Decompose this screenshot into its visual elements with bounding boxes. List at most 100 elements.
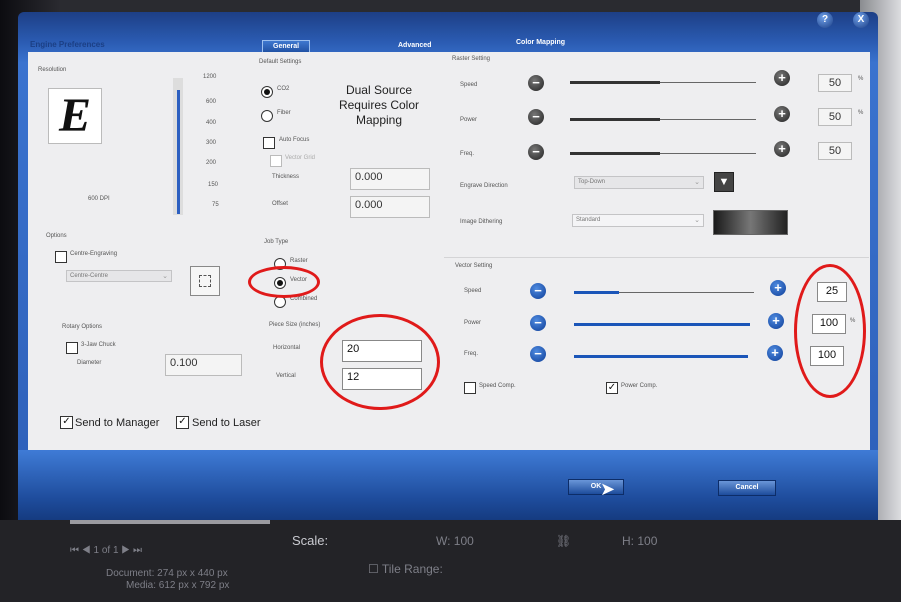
send-to-laser-label: Send to Laser <box>192 417 261 429</box>
image-dithering-select[interactable]: Standard ⌄ <box>572 214 704 227</box>
speed-comp-checkbox[interactable] <box>464 382 476 394</box>
raster-label: Raster <box>290 258 308 264</box>
vector-grid-label: Vector Grid <box>285 155 316 161</box>
engrave-direction-label: Engrave Direction <box>460 183 508 189</box>
ok-button[interactable]: OK <box>568 479 624 495</box>
resolution-mark: 75 <box>212 202 219 208</box>
help-icon[interactable]: ? <box>817 12 833 28</box>
power-comp-checkbox[interactable]: ✓ <box>606 382 618 394</box>
background-progress-line <box>70 520 270 524</box>
vector-speed-plus-button[interactable]: + <box>770 280 786 296</box>
thickness-input[interactable]: 0.000 <box>350 168 430 190</box>
raster-power-minus-button[interactable]: − <box>528 109 544 125</box>
vector-speed-slider[interactable] <box>574 291 754 294</box>
fiber-label: Fiber <box>277 110 291 116</box>
image-dithering-value: Standard <box>576 217 601 223</box>
fiber-radio[interactable] <box>261 110 273 122</box>
resolution-mark: 400 <box>206 120 217 126</box>
raster-power-slider[interactable] <box>570 118 756 121</box>
auto-focus-checkbox[interactable] <box>263 137 275 149</box>
vector-speed-label: Speed <box>464 288 482 294</box>
scale-label: Scale: <box>292 533 329 548</box>
page-indicator: ⏮ ◀ 1 of 1 ▶ ⏭ <box>70 545 142 556</box>
vertical-label: Vertical <box>276 373 296 379</box>
raster-speed-plus-button[interactable]: + <box>774 70 790 86</box>
offset-label: Offset <box>272 201 288 207</box>
vector-power-minus-button[interactable]: − <box>530 315 546 331</box>
width-label: W: 100 <box>436 534 474 548</box>
centre-combo[interactable]: Centre-Centre ⌄ <box>66 270 172 282</box>
resolution-mark: 300 <box>206 140 217 146</box>
co2-label: CO2 <box>277 86 290 92</box>
resolution-slider-fill <box>177 90 180 214</box>
speed-comp-label: Speed Comp. <box>479 383 516 389</box>
resolution-mark: 1200 <box>203 74 217 80</box>
diameter-input[interactable]: 0.100 <box>165 354 242 376</box>
raster-freq-input[interactable]: 50 <box>818 142 852 160</box>
send-to-laser-checkbox[interactable]: ✓ <box>176 416 189 429</box>
chuck-checkbox[interactable] <box>66 342 78 354</box>
annotation-circle-vector <box>248 266 320 298</box>
height-label: H: 100 <box>622 534 658 548</box>
centre-position-icon[interactable] <box>190 266 220 296</box>
vector-power-label: Power <box>464 320 482 326</box>
general-panel <box>28 52 870 450</box>
default-settings-label: Default Settings <box>259 59 302 65</box>
close-icon[interactable]: X <box>853 12 869 28</box>
piece-size-label: Piece Size (inches) <box>269 322 321 328</box>
send-to-manager-checkbox[interactable]: ✓ <box>60 416 73 429</box>
tab-advanced[interactable]: Advanced <box>398 42 431 49</box>
raster-freq-minus-button[interactable]: − <box>528 144 544 160</box>
link-icon[interactable]: ⛓ <box>556 534 571 548</box>
raster-speed-slider[interactable] <box>570 81 756 84</box>
raster-freq-slider[interactable] <box>570 152 756 155</box>
resolution-mark: 200 <box>206 160 217 166</box>
annotation-circle-vector-values <box>794 264 866 398</box>
horizontal-label: Horizontal <box>273 345 301 351</box>
engrave-direction-select[interactable]: Top-Down ⌄ <box>574 176 704 189</box>
vector-freq-slider[interactable] <box>574 355 748 358</box>
dialog-title: Engine Preferences <box>30 40 105 49</box>
centre-engraving-label: Centre-Engraving <box>70 251 118 257</box>
vector-power-slider[interactable] <box>574 323 750 326</box>
image-dithering-label: Image Dithering <box>460 219 503 225</box>
raster-speed-input[interactable]: 50 <box>818 74 852 92</box>
raster-power-label: Power <box>460 117 478 123</box>
percent-label: % <box>858 110 864 116</box>
tile-range[interactable]: ☐ Tile Range: <box>368 562 443 576</box>
offset-input[interactable]: 0.000 <box>350 196 430 218</box>
cancel-button[interactable]: Cancel <box>718 480 776 496</box>
chevron-down-icon: ⌄ <box>694 217 700 224</box>
vector-freq-minus-button[interactable]: − <box>530 346 546 362</box>
engrave-direction-value: Top-Down <box>578 179 606 185</box>
resolution-slider[interactable] <box>173 78 183 215</box>
direction-arrow-icon[interactable]: ▼ <box>714 172 734 192</box>
auto-focus-label: Auto Focus <box>279 137 310 143</box>
rotary-label: Rotary Options <box>62 324 103 330</box>
resolution-mark: 600 <box>206 99 217 105</box>
job-type-label: Job Type <box>264 239 289 245</box>
vector-freq-plus-button[interactable]: + <box>767 345 783 361</box>
vector-power-plus-button[interactable]: + <box>768 313 784 329</box>
raster-power-plus-button[interactable]: + <box>774 106 790 122</box>
raster-speed-minus-button[interactable]: − <box>528 75 544 91</box>
vector-freq-fill <box>574 355 748 358</box>
resolution-mark: 150 <box>208 182 219 188</box>
vector-grid-checkbox[interactable] <box>270 155 282 167</box>
raster-freq-plus-button[interactable]: + <box>774 141 790 157</box>
chevron-down-icon: ⌄ <box>694 179 700 186</box>
options-label: Options <box>46 233 67 239</box>
percent-label: % <box>858 76 864 82</box>
raster-power-input[interactable]: 50 <box>818 108 852 126</box>
dpi-text: 600 DPI <box>88 196 110 202</box>
tab-color-mapping[interactable]: Color Mapping <box>516 39 565 46</box>
centre-engraving-checkbox[interactable] <box>55 251 67 263</box>
divider <box>444 257 869 258</box>
vector-power-fill <box>574 323 750 326</box>
chuck-label: 3-Jaw Chuck <box>81 342 116 348</box>
diameter-label: Diameter <box>77 360 102 366</box>
vector-speed-minus-button[interactable]: − <box>530 283 546 299</box>
vector-speed-fill <box>574 291 619 294</box>
dither-preview <box>713 210 788 235</box>
co2-radio[interactable] <box>261 86 273 98</box>
